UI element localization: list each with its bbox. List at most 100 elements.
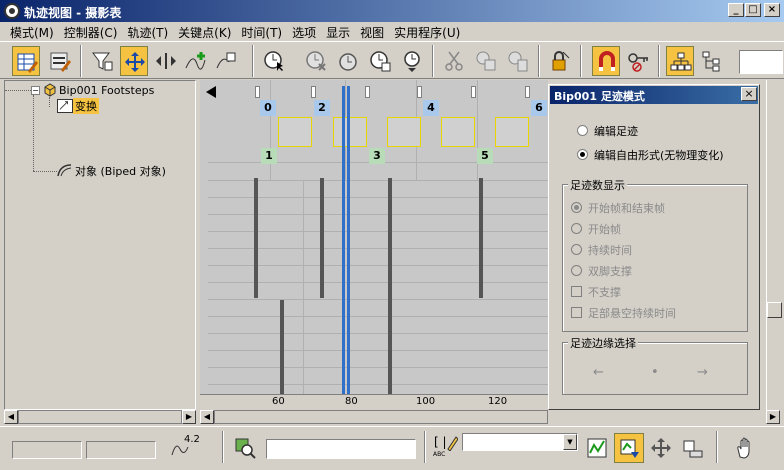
radio-indicator: [577, 125, 588, 136]
snap-frames-button[interactable]: [592, 46, 620, 76]
radio-duration[interactable]: 持续时间: [571, 242, 632, 258]
toolbar-field[interactable]: [739, 50, 783, 74]
key-bar[interactable]: [320, 178, 324, 298]
status-field-2[interactable]: [86, 441, 156, 459]
key-bar[interactable]: [280, 300, 284, 394]
edit-keys-button[interactable]: [12, 46, 40, 76]
minimize-button[interactable]: _: [728, 3, 744, 17]
name-field[interactable]: [266, 439, 416, 459]
copy-button[interactable]: [472, 46, 500, 76]
scroll-right-button[interactable]: ▶: [766, 410, 780, 424]
cut-button[interactable]: [440, 46, 468, 76]
menu-keys[interactable]: 关键点(K): [174, 22, 237, 41]
scroll-thumb[interactable]: [767, 302, 782, 318]
key-bar[interactable]: [388, 178, 392, 394]
track-hscroll[interactable]: [214, 410, 548, 424]
close-button[interactable]: ×: [764, 3, 780, 17]
maximize-button[interactable]: □: [745, 3, 761, 17]
hand-pan-button[interactable]: [730, 433, 760, 463]
filters-button[interactable]: [88, 46, 116, 76]
curve-box-icon: [587, 438, 607, 458]
clock-insert-icon: [339, 53, 357, 71]
radio-start-end-frames[interactable]: 开始帧和结束帧: [571, 200, 665, 216]
menu-tracks[interactable]: 轨迹(T): [123, 22, 174, 41]
scale-time-button[interactable]: [366, 46, 394, 76]
app-icon: [4, 3, 20, 19]
time-slider-line[interactable]: [342, 86, 345, 394]
zoom-horizontal-button[interactable]: [678, 433, 708, 463]
add-keys-button[interactable]: [182, 46, 210, 76]
radio-double-support[interactable]: 双脚支撑: [571, 263, 632, 279]
status-field-1[interactable]: [12, 441, 82, 459]
key-bar[interactable]: [254, 178, 258, 298]
tree-view-button[interactable]: [698, 46, 726, 76]
select-time-button[interactable]: [260, 46, 288, 76]
add-key-icon: [185, 52, 206, 70]
menu-utilities[interactable]: 实用程序(U): [390, 22, 466, 41]
filter-icon: [92, 52, 113, 71]
radio-edit-freeform[interactable]: 编辑自由形式(无物理变化): [577, 147, 724, 163]
selection-combo[interactable]: ▼: [462, 433, 578, 451]
check-no-support[interactable]: 不支撑: [571, 284, 621, 300]
vertical-scrollbar[interactable]: [766, 80, 782, 410]
move-arrows-icon: [125, 52, 145, 72]
chevron-down-icon[interactable]: ▼: [563, 434, 577, 450]
menu-options[interactable]: 选项: [288, 22, 322, 41]
menu-display[interactable]: 显示: [322, 22, 356, 41]
key-bar[interactable]: [479, 178, 483, 298]
menu-view[interactable]: 视图: [356, 22, 390, 41]
dialog-close-button[interactable]: ×: [741, 87, 757, 101]
footstep-key[interactable]: [387, 117, 421, 147]
edge-right-button[interactable]: →: [697, 365, 708, 380]
tree-item-footsteps[interactable]: Bip001 Footsteps: [59, 84, 154, 97]
show-selected-keys-button[interactable]: [614, 433, 644, 463]
edge-selection-group: 足迹边缘选择 ← • →: [562, 335, 748, 395]
scale-keys-icon: [216, 52, 236, 69]
scale-keys-button[interactable]: [212, 46, 240, 76]
edge-both-button[interactable]: •: [651, 365, 659, 380]
tree-item-transform[interactable]: 变换: [73, 98, 99, 114]
hierarchy-icon: [670, 52, 692, 71]
reverse-time-button[interactable]: [398, 46, 426, 76]
pan-arrows-icon: [651, 438, 671, 458]
pan-button[interactable]: [646, 433, 676, 463]
track-scroll-left[interactable]: ◀: [200, 410, 214, 424]
checkbox-indicator: [571, 286, 582, 297]
tree-hscroll[interactable]: [18, 410, 182, 424]
menu-bar: 模式(M) 控制器(C) 轨迹(T) 关键点(K) 时间(T) 选项 显示 视图…: [0, 22, 784, 41]
check-airborne-duration[interactable]: 足部悬空持续时间: [571, 305, 676, 321]
zoom-selected-button[interactable]: [230, 433, 260, 463]
radio-start-frame[interactable]: 开始帧: [571, 221, 621, 237]
menu-controller[interactable]: 控制器(C): [60, 22, 124, 41]
tree-item-object[interactable]: 对象 (Biped 对象): [75, 163, 166, 179]
edit-ranges-button[interactable]: [46, 46, 74, 76]
paste-button[interactable]: [504, 46, 532, 76]
footstep-key[interactable]: [495, 117, 529, 147]
insert-time-button[interactable]: [334, 46, 362, 76]
lock-keys-button[interactable]: [624, 46, 652, 76]
radio-indicator: [577, 149, 588, 160]
move-keys-button[interactable]: [120, 46, 148, 76]
lock-selection-button[interactable]: [546, 46, 574, 76]
pencil-icon[interactable]: [446, 435, 459, 452]
edge-left-button[interactable]: ←: [593, 365, 604, 380]
collapse-toggle[interactable]: −: [31, 86, 40, 95]
curve-value: 4.2: [184, 434, 200, 445]
tree-scroll-left[interactable]: ◀: [4, 410, 18, 424]
footstep-key[interactable]: [441, 117, 475, 147]
footstep-key[interactable]: [278, 117, 312, 147]
time-ruler[interactable]: 60 80 100 120: [200, 394, 548, 408]
filter-keys-button[interactable]: [582, 433, 612, 463]
radio-edit-footsteps[interactable]: 编辑足迹: [577, 123, 638, 139]
footstep-key[interactable]: [333, 117, 367, 147]
delete-time-button[interactable]: [302, 46, 330, 76]
menu-mode[interactable]: 模式(M): [6, 22, 60, 41]
footstep-display-group: 足迹数显示 开始帧和结束帧 开始帧 持续时间 双脚支撑 不支撑 足部悬空持续时间: [562, 177, 748, 332]
menu-time[interactable]: 时间(T): [237, 22, 288, 41]
time-slider-line[interactable]: [347, 86, 350, 394]
dope-sheet-track[interactable]: 0 2 4 6 1 3 5: [200, 80, 548, 394]
slide-keys-button[interactable]: [152, 46, 180, 76]
hierarchy-button[interactable]: [666, 46, 694, 76]
footstep-number: 2: [314, 100, 330, 116]
tree-scroll-right[interactable]: ▶: [182, 410, 196, 424]
